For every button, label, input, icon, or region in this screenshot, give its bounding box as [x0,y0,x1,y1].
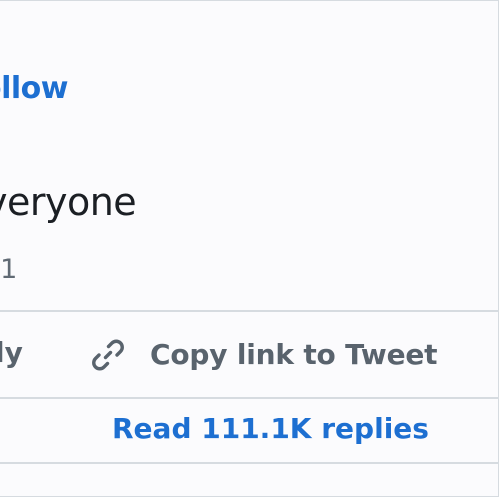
copy-link-button[interactable]: Copy link to Tweet [88,333,438,377]
copy-link-label: Copy link to Tweet [150,338,438,371]
divider [0,310,499,312]
follow-button[interactable]: ollow [0,74,69,104]
link-icon [88,335,128,375]
tweet-page: ollow veryone 21 ply Copy link to Tweet … [0,0,500,500]
tweet-card: ollow veryone 21 ply Copy link to Tweet … [0,0,499,497]
tweet-text: veryone [0,180,137,224]
tweet-date: 21 [0,254,18,285]
reply-button[interactable]: ply [0,339,23,367]
divider [0,462,499,464]
read-replies-link[interactable]: Read 111.1K replies [112,415,429,443]
divider [0,397,499,399]
